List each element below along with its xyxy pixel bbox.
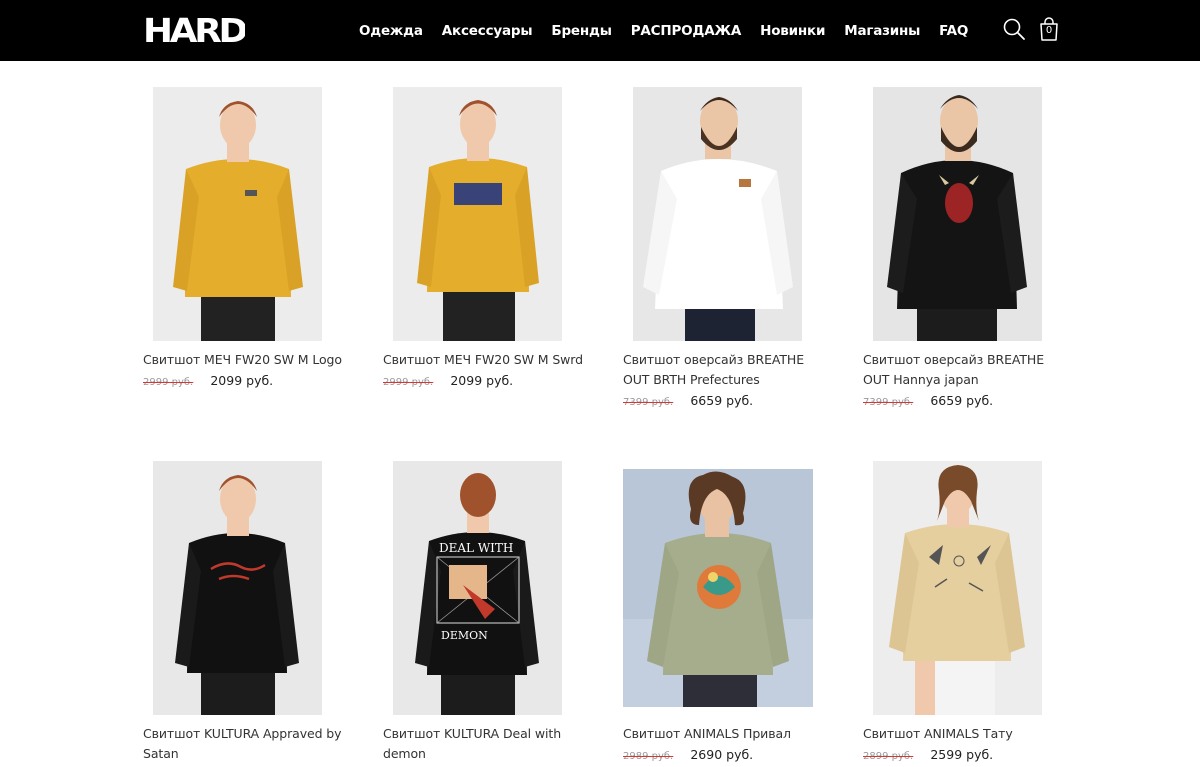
product-prices: 2999 руб. 2099 руб. bbox=[383, 370, 513, 389]
current-price: 6659 руб. bbox=[930, 393, 994, 408]
product-title[interactable]: Свитшот оверсайз BREATHE OUT BRTH Prefec… bbox=[623, 350, 828, 389]
product-image[interactable] bbox=[873, 461, 1042, 715]
product-title[interactable]: Свитшот МЕЧ FW20 SW M Swrd bbox=[383, 350, 588, 370]
current-price: 2099 руб. bbox=[210, 373, 274, 388]
old-price: 2989 руб. bbox=[623, 751, 674, 762]
svg-text:DEAL WITH: DEAL WITH bbox=[439, 541, 513, 555]
product-prices: 7399 руб. 6659 руб. bbox=[623, 390, 753, 409]
product-image[interactable] bbox=[623, 469, 813, 707]
old-price: 2999 руб. bbox=[143, 377, 194, 388]
old-price: 7399 руб. bbox=[623, 397, 674, 408]
old-price: 2899 руб. bbox=[863, 751, 914, 762]
svg-text:DEMON: DEMON bbox=[441, 629, 488, 642]
product-title[interactable]: Свитшот ANIMALS Привал bbox=[623, 724, 828, 744]
current-price: 6659 руб. bbox=[690, 393, 754, 408]
old-price: 2999 руб. bbox=[383, 377, 434, 388]
product-title[interactable]: Свитшот ANIMALS Тату bbox=[863, 724, 1068, 744]
current-price: 2099 руб. bbox=[450, 373, 514, 388]
product-prices: 2989 руб. 2690 руб. bbox=[623, 744, 753, 763]
current-price: 2599 руб. bbox=[930, 747, 994, 762]
product-title[interactable]: Свитшот МЕЧ FW20 SW M Logo bbox=[143, 350, 348, 370]
current-price: 2690 руб. bbox=[690, 747, 754, 762]
product-prices: 2999 руб. 2099 руб. bbox=[143, 370, 273, 389]
product-image[interactable] bbox=[873, 87, 1042, 341]
old-price: 7399 руб. bbox=[863, 397, 914, 408]
product-image[interactable] bbox=[393, 87, 562, 341]
product-title[interactable]: Свитшот оверсайз BREATHE OUT Hannya japa… bbox=[863, 350, 1068, 389]
product-image[interactable] bbox=[153, 87, 322, 341]
product-grid: Свитшот МЕЧ FW20 SW M Logo 2999 руб. 209… bbox=[0, 0, 1200, 767]
product-prices: 2899 руб. 2599 руб. bbox=[863, 744, 993, 763]
product-image[interactable]: DEAL WITH DEMON bbox=[393, 461, 562, 715]
product-title[interactable]: Свитшот KULTURA Appraved by Satan bbox=[143, 724, 348, 763]
product-prices: 7399 руб. 6659 руб. bbox=[863, 390, 993, 409]
product-image[interactable] bbox=[633, 87, 802, 341]
product-image[interactable] bbox=[153, 461, 322, 715]
product-title[interactable]: Свитшот KULTURA Deal with demon bbox=[383, 724, 588, 763]
